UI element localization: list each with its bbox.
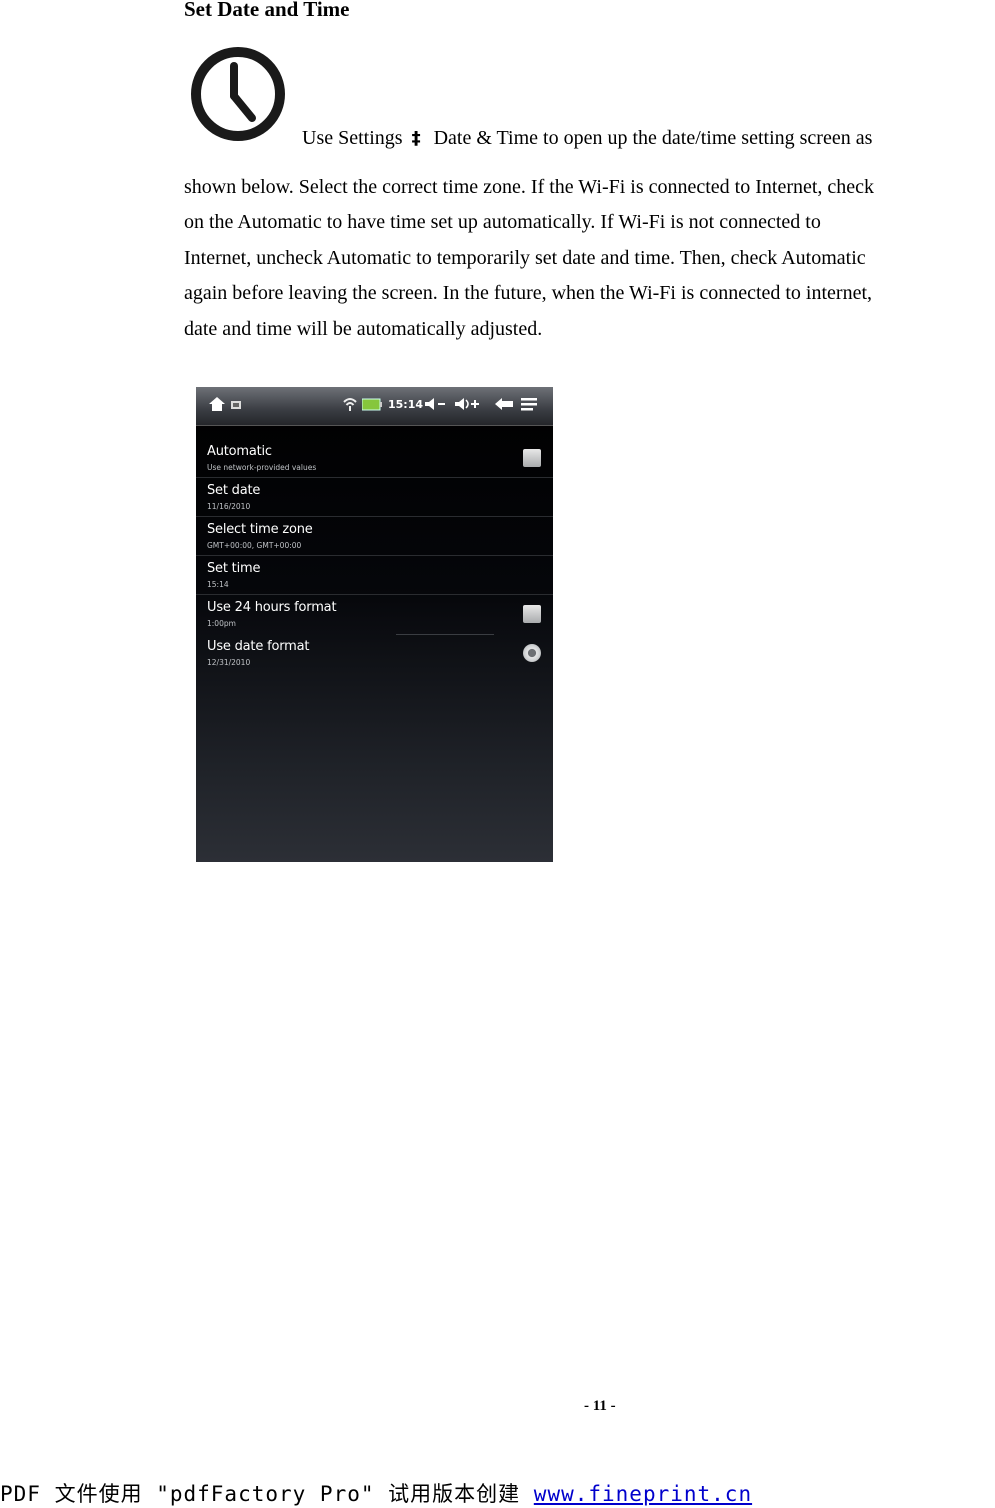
status-bar: 15:14 xyxy=(196,387,553,426)
setting-title: Use date format xyxy=(207,639,310,654)
battery-icon xyxy=(362,398,382,411)
divider xyxy=(396,634,494,635)
setting-subtitle: GMT+00:00, GMT+00:00 xyxy=(207,541,302,550)
footer-text: PDF 文件使用 "pdfFactory Pro" 试用版本创建 xyxy=(0,1482,534,1506)
setting-row-set-date[interactable]: Set date 11/16/2010 xyxy=(196,478,553,517)
setting-title: Use 24 hours format xyxy=(207,600,337,615)
setting-row-time-zone[interactable]: Select time zone GMT+00:00, GMT+00:00 xyxy=(196,517,553,556)
body-line: shown below. Select the correct time zon… xyxy=(184,176,875,198)
section-heading: Set Date and Time xyxy=(184,0,350,21)
home-icon xyxy=(209,397,225,411)
clock-icon xyxy=(191,47,285,141)
arrow-glyph: ‡ xyxy=(411,128,421,149)
pdf-footer: PDF 文件使用 "pdfFactory Pro" 试用版本创建 www.fin… xyxy=(0,1478,752,1508)
notification-icon xyxy=(231,401,241,409)
wifi-icon xyxy=(343,398,357,411)
date-time-settings-screenshot: 15:14 Automatic Use network-provided val… xyxy=(196,387,553,862)
body-line: again before leaving the screen. In the … xyxy=(184,282,873,305)
setting-row-24-hours[interactable]: Use 24 hours format 1:00pm xyxy=(196,595,553,634)
settings-list: Automatic Use network-provided values Se… xyxy=(196,439,553,673)
back-icon xyxy=(495,398,513,410)
footer-link[interactable]: www.fineprint.cn xyxy=(534,1482,752,1506)
setting-row-date-format[interactable]: Use date format 12/31/2010 xyxy=(196,634,553,673)
setting-subtitle: Use network-provided values xyxy=(207,463,317,472)
volume-up-icon xyxy=(455,398,479,410)
setting-row-automatic[interactable]: Automatic Use network-provided values xyxy=(196,439,553,478)
status-time: 15:14 xyxy=(388,398,424,411)
body-line: on the Automatic to have time set up aut… xyxy=(184,211,821,234)
intro-line: Use Settings ‡ Date & Time to open up th… xyxy=(302,124,872,153)
intro-before-arrow: Use Settings xyxy=(302,127,403,149)
date-format-radio[interactable] xyxy=(523,644,541,662)
setting-row-set-time[interactable]: Set time 15:14 xyxy=(196,556,553,595)
body-paragraph: shown below. Select the correct time zon… xyxy=(184,170,995,347)
page-number: - 11 - xyxy=(584,1398,616,1414)
setting-title: Select time zone xyxy=(207,522,313,537)
automatic-checkbox[interactable] xyxy=(523,449,541,467)
setting-subtitle: 11/16/2010 xyxy=(207,502,251,511)
setting-subtitle: 1:00pm xyxy=(207,619,236,628)
intro-after-arrow: Date & Time to open up the date/time set… xyxy=(433,127,873,149)
menu-icon xyxy=(521,398,537,411)
setting-title: Automatic xyxy=(207,444,272,459)
body-line: Internet, uncheck Automatic to temporari… xyxy=(184,246,866,269)
setting-subtitle: 12/31/2010 xyxy=(207,658,251,667)
24-hours-checkbox[interactable] xyxy=(523,605,541,623)
setting-title: Set date xyxy=(207,483,261,498)
volume-down-icon xyxy=(425,398,445,410)
setting-title: Set time xyxy=(207,561,261,576)
setting-subtitle: 15:14 xyxy=(207,580,229,589)
body-line: date and time will be automatically adju… xyxy=(184,317,543,340)
